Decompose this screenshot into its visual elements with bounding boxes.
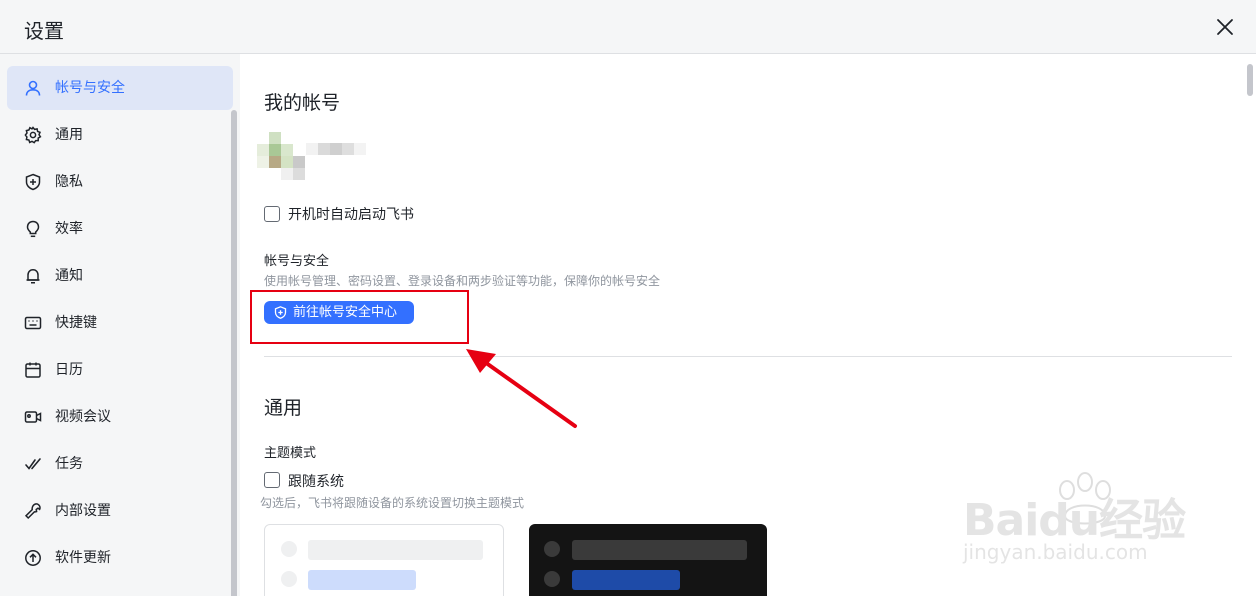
sidebar-item-label: 帐号与安全 <box>55 80 125 96</box>
section-divider <box>264 356 1232 357</box>
sidebar-item-internal-settings[interactable]: 内部设置 <box>7 489 233 533</box>
follow-system-checkbox[interactable] <box>264 472 280 488</box>
sidebar-item-efficiency[interactable]: 效率 <box>7 207 233 251</box>
user-icon <box>24 79 42 97</box>
username-blurred <box>306 141 366 157</box>
sidebar-item-label: 快捷键 <box>55 315 97 331</box>
bell-icon <box>24 267 42 285</box>
sidebar-item-label: 隐私 <box>55 174 83 190</box>
sidebar-item-software-update[interactable]: 软件更新 <box>7 536 233 580</box>
sidebar-item-tasks[interactable]: 任务 <box>7 442 233 486</box>
sidebar-item-shortcuts[interactable]: 快捷键 <box>7 301 233 345</box>
gear-icon <box>24 126 42 144</box>
wrench-icon <box>24 502 42 520</box>
content-scrollbar[interactable] <box>1247 64 1253 96</box>
shield-icon <box>24 173 42 191</box>
annotation-highlight-box <box>250 290 469 344</box>
theme-mode-label: 主题模式 <box>264 446 317 461</box>
sidebar-item-label: 内部设置 <box>55 503 111 519</box>
sidebar-item-label: 通知 <box>55 268 83 284</box>
sidebar-scrollbar[interactable] <box>231 110 237 596</box>
theme-card-dark[interactable] <box>529 524 767 596</box>
my-account-title: 我的帐号 <box>264 92 341 114</box>
update-icon <box>24 549 42 567</box>
sidebar-item-calendar[interactable]: 日历 <box>7 348 233 392</box>
settings-content: 我的帐号 开机时自动启动飞书 帐号与安全 使用帐号管理、密码设置、登录设备和两步… <box>240 54 1256 596</box>
sidebar-item-label: 软件更新 <box>55 550 111 566</box>
sidebar-item-label: 视频会议 <box>55 409 111 425</box>
autostart-checkbox[interactable] <box>264 206 280 222</box>
autostart-label[interactable]: 开机时自动启动飞书 <box>288 204 414 224</box>
sidebar-item-notifications[interactable]: 通知 <box>7 254 233 298</box>
general-title: 通用 <box>264 397 303 419</box>
follow-system-description: 勾选后，飞书将跟随设备的系统设置切换主题模式 <box>260 496 525 510</box>
sidebar-item-video-meeting[interactable]: 视频会议 <box>7 395 233 439</box>
task-check-icon <box>24 455 42 473</box>
sidebar-item-account-security[interactable]: 帐号与安全 <box>7 66 233 110</box>
calendar-icon <box>24 361 42 379</box>
avatar <box>257 132 305 180</box>
close-icon[interactable] <box>1212 14 1238 40</box>
lightbulb-icon <box>24 220 42 238</box>
theme-card-light[interactable] <box>264 524 504 596</box>
sidebar-item-privacy[interactable]: 隐私 <box>7 160 233 204</box>
security-description: 使用帐号管理、密码设置、登录设备和两步验证等功能，保障你的帐号安全 <box>264 274 661 288</box>
keyboard-icon <box>24 314 42 332</box>
follow-system-label[interactable]: 跟随系统 <box>288 471 344 491</box>
sidebar-item-label: 效率 <box>55 221 83 237</box>
settings-sidebar: 帐号与安全 通用 隐私 效率 通知 快捷键 日历 视频会议 任务 内部设置 软件… <box>0 54 240 596</box>
video-icon <box>24 408 42 426</box>
sidebar-item-label: 任务 <box>55 456 83 472</box>
sidebar-item-label: 日历 <box>55 362 83 378</box>
sidebar-item-label: 通用 <box>55 127 83 143</box>
window-title: 设置 <box>24 19 64 43</box>
sidebar-item-general[interactable]: 通用 <box>7 113 233 157</box>
security-label: 帐号与安全 <box>264 254 330 269</box>
title-bar: 设置 <box>0 0 1256 54</box>
